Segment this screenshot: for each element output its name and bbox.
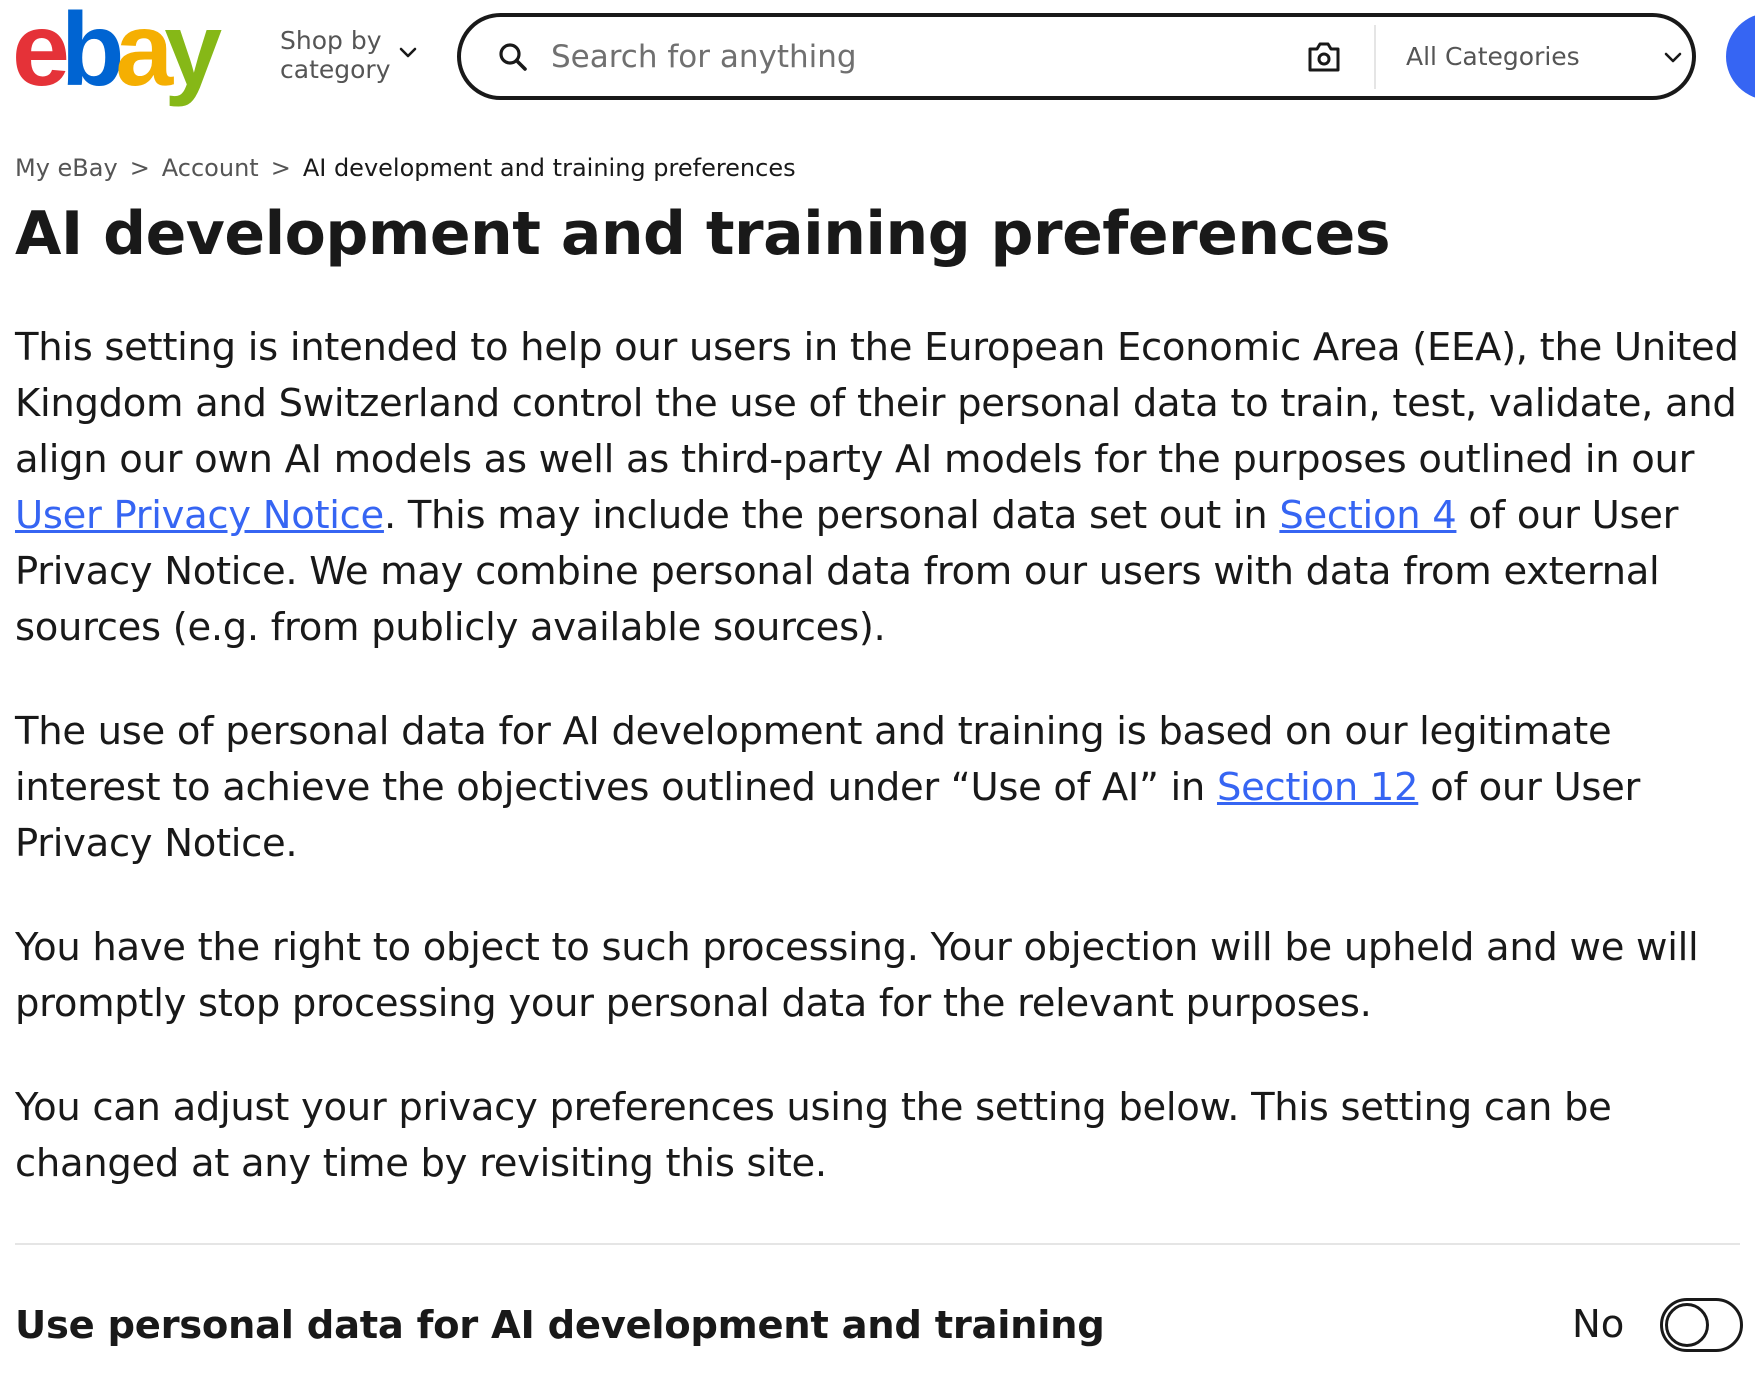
breadcrumb-my-ebay[interactable]: My eBay: [15, 154, 118, 182]
breadcrumb-separator: >: [270, 154, 291, 182]
user-privacy-notice-link[interactable]: User Privacy Notice: [15, 493, 384, 538]
toggle-state-text: No: [1572, 1302, 1625, 1347]
category-select[interactable]: All Categories: [1406, 37, 1686, 77]
shop-by-category-button[interactable]: Shop by category: [280, 26, 420, 86]
paragraph-2: The use of personal data for AI developm…: [15, 704, 1740, 872]
paragraph-4: You can adjust your privacy preferences …: [15, 1085, 1612, 1186]
logo-letter-e: e: [12, 0, 70, 108]
chevron-down-icon: [1664, 52, 1682, 63]
breadcrumb-current: AI development and training preferences: [302, 154, 796, 182]
camera-icon[interactable]: [1306, 40, 1342, 74]
breadcrumb: My eBay > Account > AI development and train…: [15, 152, 796, 184]
ebay-logo[interactable]: ebay: [12, 0, 252, 108]
breadcrumb-account[interactable]: Account: [162, 154, 259, 182]
breadcrumb-separator: >: [129, 154, 150, 182]
toggle-knob: [1665, 1303, 1709, 1347]
search-icon: [499, 43, 527, 71]
site-header: ebay Shop by category All Categories: [0, 0, 1755, 110]
section-12-link[interactable]: Section 12: [1217, 765, 1419, 810]
search-input[interactable]: [551, 29, 1231, 85]
paragraph-3: You have the right to object to such pro…: [15, 925, 1699, 1026]
paragraph-1-text-b: . This may include the personal data set…: [383, 493, 1280, 538]
ai-training-toggle[interactable]: [1660, 1298, 1743, 1352]
search-button[interactable]: [1726, 13, 1755, 100]
paragraph-1-text-a: This setting is intended to help our use…: [15, 325, 1739, 482]
paragraph-1: This setting is intended to help our use…: [15, 320, 1740, 656]
search-divider: [1374, 25, 1376, 89]
section-4-link[interactable]: Section 4: [1279, 493, 1456, 538]
chevron-down-icon: [399, 47, 417, 58]
ai-setting-label: Use personal data for AI development and…: [15, 1303, 1105, 1348]
section-divider: [15, 1243, 1740, 1245]
logo-letter-b: b: [60, 0, 124, 108]
description: This setting is intended to help our use…: [15, 320, 1740, 1192]
search-bar: All Categories: [457, 13, 1696, 100]
logo-letter-a: a: [115, 0, 173, 108]
page-title: AI development and training preferences: [15, 199, 1391, 269]
logo-letter-y: y: [164, 0, 222, 108]
